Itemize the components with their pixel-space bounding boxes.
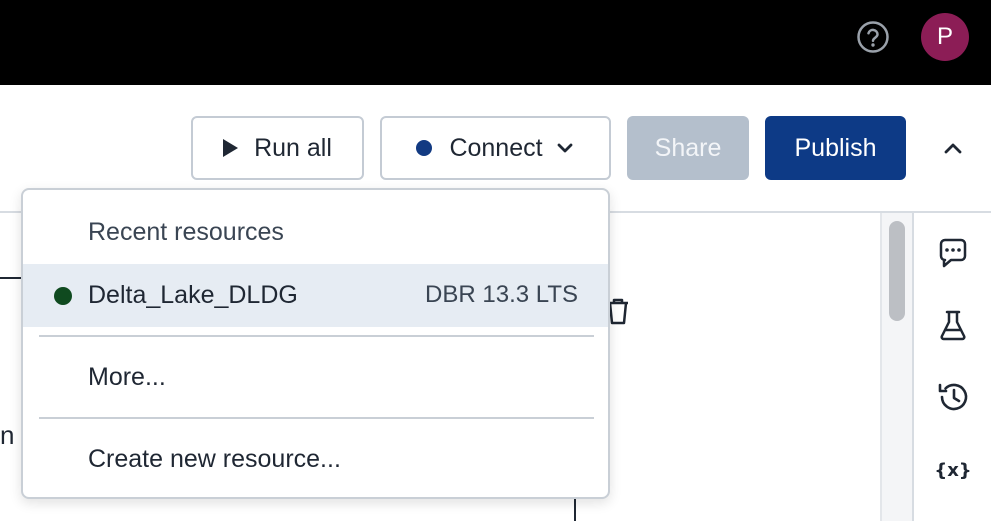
chevron-up-icon[interactable] xyxy=(940,137,966,159)
recent-resources-header: Recent resources xyxy=(88,218,284,246)
menu-divider xyxy=(39,417,594,419)
create-label: Create new resource... xyxy=(88,445,341,473)
resource-item-delta-lake-dldg[interactable]: Delta_Lake_DLDG DBR 13.3 LTS xyxy=(23,264,608,327)
share-button[interactable]: Share xyxy=(627,116,749,180)
play-icon xyxy=(223,139,239,157)
connect-button[interactable]: Connect xyxy=(380,116,611,180)
comment-icon[interactable] xyxy=(936,236,970,270)
history-icon[interactable] xyxy=(936,380,970,414)
resource-runtime-version: DBR 13.3 LTS xyxy=(425,281,578,308)
create-new-resource-item[interactable]: Create new resource... xyxy=(23,431,608,491)
menu-divider xyxy=(39,335,594,337)
connect-label: Connect xyxy=(449,133,543,162)
connection-status-dot-icon xyxy=(416,140,433,156)
help-circle-icon[interactable] xyxy=(856,20,890,54)
top-nav-bar: P xyxy=(0,0,991,85)
cell-border-line xyxy=(0,277,22,279)
running-status-dot-icon xyxy=(54,287,72,305)
experiment-flask-icon[interactable] xyxy=(936,308,970,342)
more-label: More... xyxy=(88,363,166,391)
svg-text:{x}: {x} xyxy=(936,460,970,481)
user-avatar[interactable]: P xyxy=(921,13,969,61)
scrollbar-thumb[interactable] xyxy=(889,221,905,321)
run-all-button[interactable]: Run all xyxy=(191,116,364,180)
more-resources-item[interactable]: More... xyxy=(23,349,608,409)
compute-resource-dropdown: Recent resources Delta_Lake_DLDG DBR 13.… xyxy=(21,188,610,499)
cell-text-fragment: n t xyxy=(0,420,22,450)
run-all-label: Run all xyxy=(254,133,332,162)
variables-icon[interactable]: {x} xyxy=(936,452,970,486)
publish-button[interactable]: Publish xyxy=(765,116,906,180)
resource-name: Delta_Lake_DLDG xyxy=(88,281,298,309)
chevron-down-icon xyxy=(557,143,572,153)
